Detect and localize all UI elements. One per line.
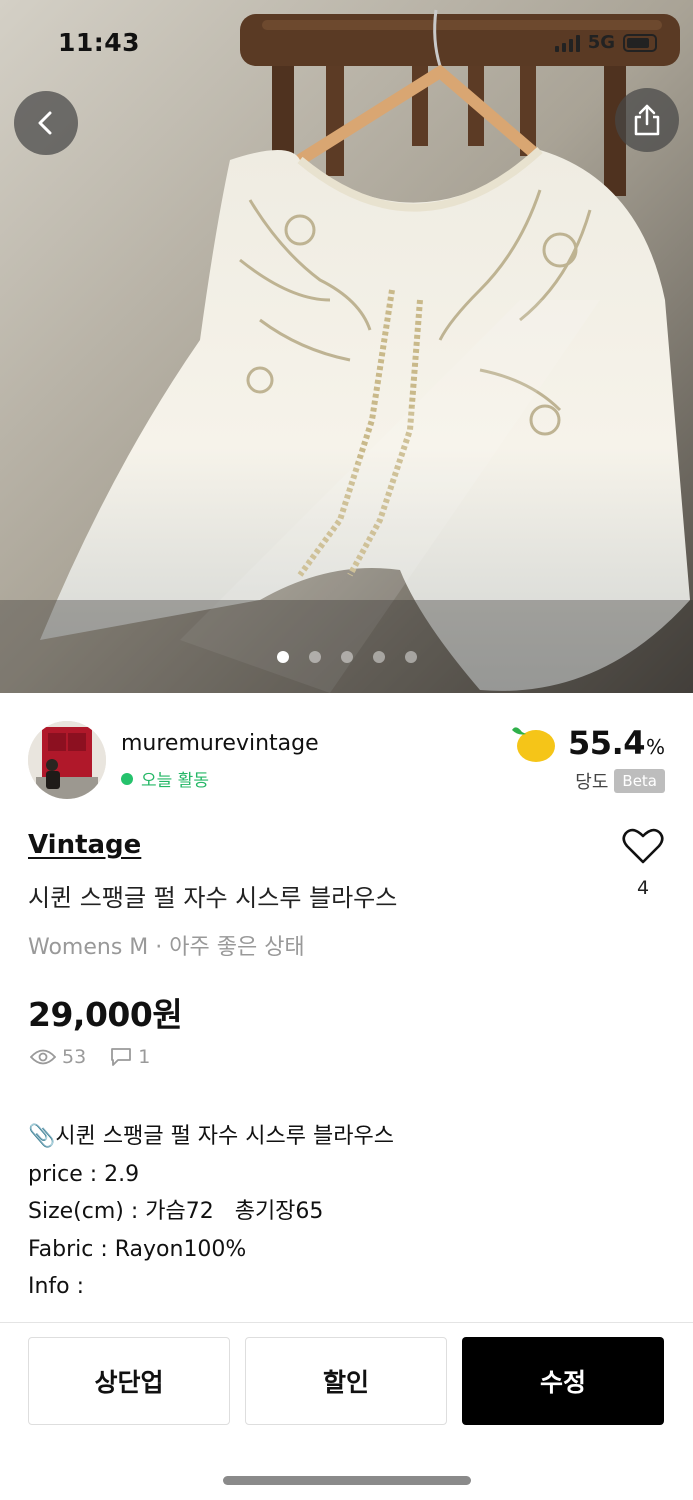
blouse-photo-illustration — [0, 0, 693, 693]
like-count: 4 — [636, 877, 650, 899]
avatar-image — [28, 721, 106, 799]
description-line: 📎시퀸 스팽글 펄 자수 시스루 블라우스 — [28, 1124, 394, 1149]
back-button[interactable] — [14, 91, 78, 155]
signal-icon — [554, 34, 580, 52]
photo-page-indicator[interactable] — [0, 651, 693, 663]
product-stats: 53 1 — [30, 1046, 150, 1068]
comment-count: 1 — [138, 1046, 151, 1068]
product-description: 📎시퀸 스팽글 펄 자수 시스루 블라우스 price : 2.9 Size(c… — [28, 1118, 394, 1306]
home-indicator — [223, 1476, 471, 1485]
lemon-icon — [512, 727, 556, 762]
bump-button[interactable]: 상단업 — [28, 1337, 230, 1425]
beta-badge: Beta — [614, 769, 665, 793]
description-line: Fabric : Rayon100% — [28, 1236, 247, 1262]
seller-name[interactable]: muremurevintage — [121, 731, 319, 756]
page-dot[interactable] — [308, 651, 321, 663]
battery-icon — [623, 33, 657, 52]
description-line: price : 2.9 — [28, 1161, 140, 1187]
page-dot[interactable] — [372, 651, 385, 663]
view-count: 53 — [62, 1046, 87, 1068]
brand-link[interactable]: Vintage — [28, 830, 141, 860]
page-dot[interactable] — [404, 651, 417, 663]
like-button[interactable]: 4 — [617, 827, 669, 899]
sweetness-label: 당도 — [575, 772, 609, 793]
seller-activity: 오늘 활동 — [121, 766, 209, 791]
heart-icon — [622, 828, 664, 864]
page-dot[interactable] — [276, 651, 289, 663]
network-type: 5G — [587, 32, 615, 53]
sweetness-unit: % — [645, 735, 665, 759]
activity-label: 오늘 활동 — [141, 771, 209, 791]
comment-icon — [111, 1048, 132, 1066]
sweetness-score[interactable]: 55.4% 당도 Beta — [512, 722, 665, 794]
product-title: 시퀸 스팽글 펄 자수 시스루 블라우스 — [28, 884, 398, 912]
status-time: 11:43 — [58, 28, 141, 57]
sweetness-value: 55.4 — [568, 724, 645, 762]
product-meta: Womens M · 아주 좋은 상태 — [28, 935, 305, 960]
seller-avatar[interactable] — [28, 721, 106, 799]
description-line: Info : — [28, 1274, 85, 1299]
description-line: Size(cm) : 가슴72 총기장65 — [28, 1199, 324, 1224]
status-indicators: 5G — [554, 32, 657, 53]
edit-button[interactable]: 수정 — [462, 1337, 664, 1425]
product-price: 29,000원 — [28, 995, 183, 1034]
active-status-dot — [121, 772, 133, 785]
chevron-left-icon — [38, 111, 52, 135]
eye-icon — [30, 1049, 56, 1065]
page-dot[interactable] — [340, 651, 353, 663]
share-icon — [634, 104, 660, 136]
share-button[interactable] — [615, 88, 679, 152]
discount-button[interactable]: 할인 — [245, 1337, 447, 1425]
product-photo[interactable]: 11:43 5G — [0, 0, 693, 693]
